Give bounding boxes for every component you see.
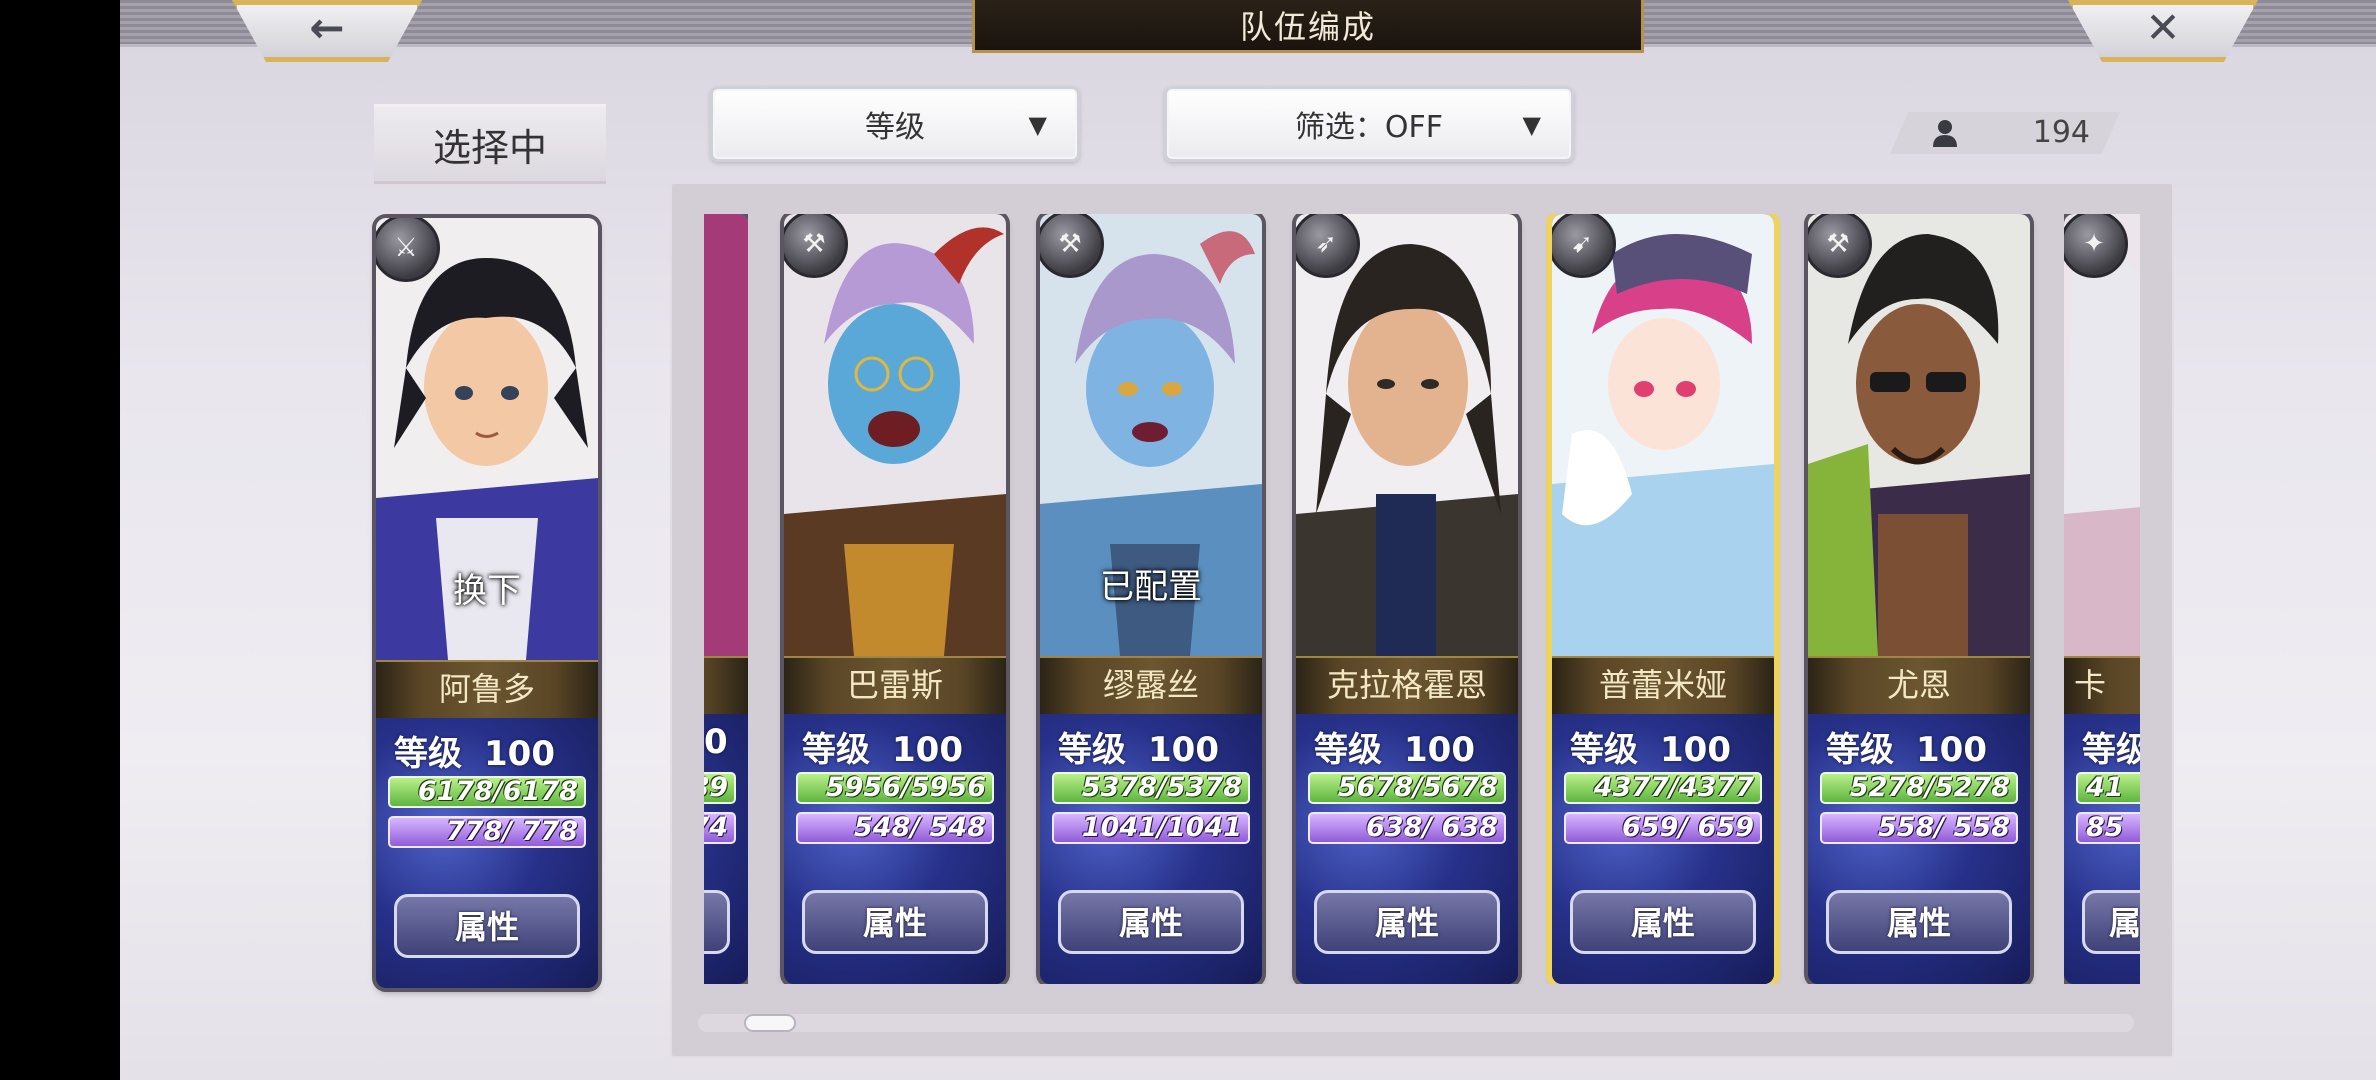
level-value: 100 — [1660, 730, 1731, 770]
level-row: 等级 100 — [1826, 722, 1987, 771]
unit-card[interactable]: ➶ 克拉格霍恩 等级 100 5678/5678 638/ 638 属性 — [1296, 214, 1518, 984]
level-value: 100 — [1148, 730, 1219, 770]
mp-bar: 638/ 638 — [1308, 812, 1506, 844]
unit-portrait — [1296, 214, 1518, 656]
level-label: 等级 — [1058, 730, 1126, 770]
unit-name: 卡 — [2064, 656, 2140, 716]
attribute-button[interactable]: 属性 — [802, 890, 988, 954]
attribute-button[interactable]: 属 — [2082, 890, 2140, 954]
level-row: 等级 100 — [802, 722, 963, 771]
mp-bar: 85 — [2076, 812, 2140, 844]
sort-dropdown-value: 等级 — [865, 110, 925, 145]
attribute-button[interactable]: 属性 — [1314, 890, 1500, 954]
selecting-label: 选择中 — [374, 104, 606, 184]
partial-unit-card-right[interactable]: ✦ 卡 等级 41 85 属 — [2064, 214, 2140, 984]
back-arrow-icon: ← — [309, 2, 345, 52]
unit-stats: 等级 100 6178/6178 778/ 778 属性 — [376, 718, 598, 988]
unit-name: 普蕾米娅 — [1552, 656, 1774, 716]
hp-bar: 89 — [704, 772, 736, 804]
level-value: 100 — [484, 734, 555, 774]
unit-stats: 0 89 74 — [704, 714, 748, 984]
level-row: 等级 100 — [1314, 722, 1475, 771]
unit-portrait — [1552, 214, 1774, 656]
unit-name: 缪露丝 — [1040, 656, 1262, 716]
level-row: 等级 100 — [394, 726, 555, 775]
page-title: 队伍编成 — [972, 0, 1644, 53]
hp-bar: 41 — [2076, 772, 2140, 804]
unit-stats: 等级 100 4377/4377 659/ 659 属性 — [1552, 714, 1774, 984]
unit-pool: 0 89 74 — [670, 182, 2174, 1058]
unit-name — [704, 656, 748, 716]
attribute-button[interactable]: 属性 — [1058, 890, 1244, 954]
unit-portrait — [784, 214, 1006, 656]
unit-portrait — [1808, 214, 2030, 656]
attribute-button[interactable]: 属性 — [394, 894, 580, 958]
current-unit-card[interactable]: ⚔ 换下 阿鲁多 等级 100 6178/6178 778/ 778 属性 — [376, 218, 598, 988]
unit-card[interactable]: ⚒ 巴雷斯 等级 100 5956/5956 548/ 548 属性 — [784, 214, 1006, 984]
hp-bar: 5956/5956 — [796, 772, 994, 804]
unit-stats: 等级 100 5678/5678 638/ 638 属性 — [1296, 714, 1518, 984]
mp-bar: 1041/1041 — [1052, 812, 1250, 844]
unit-card-selected[interactable]: ➹ 普蕾米娅 等级 100 4377/4377 659/ 659 属性 — [1552, 214, 1774, 984]
unit-card[interactable]: ⚒ 已配置 缪露丝 等级 100 5378/5378 1041/1041 属性 — [1040, 214, 1262, 984]
attribute-button[interactable] — [704, 890, 730, 954]
back-button[interactable]: ← — [232, 0, 422, 62]
unit-stats: 等级 100 5278/5278 558/ 558 属性 — [1808, 714, 2030, 984]
hp-bar: 4377/4377 — [1564, 772, 1762, 804]
attribute-button[interactable]: 属性 — [1570, 890, 1756, 954]
unit-stats: 等级 41 85 属 — [2064, 714, 2140, 984]
unit-portrait — [704, 214, 748, 656]
partial-unit-card-left[interactable]: 0 89 74 — [704, 214, 748, 984]
hp-bar: 5378/5378 — [1052, 772, 1250, 804]
level-value: 100 — [892, 730, 963, 770]
level-label: 等级 — [802, 730, 870, 770]
filter-dropdown-value: 筛选：OFF — [1294, 110, 1444, 145]
unit-name: 克拉格霍恩 — [1296, 656, 1518, 716]
unit-name: 尤恩 — [1808, 656, 2030, 716]
mp-bar: 659/ 659 — [1564, 812, 1762, 844]
hp-bar: 6178/6178 — [388, 776, 586, 808]
unit-name: 巴雷斯 — [784, 656, 1006, 716]
level-label: 等级 — [1314, 730, 1382, 770]
attribute-button[interactable]: 属性 — [1826, 890, 2012, 954]
mp-bar: 778/ 778 — [388, 816, 586, 848]
mp-bar: 548/ 548 — [796, 812, 994, 844]
level-label: 等级 — [1826, 730, 1894, 770]
chevron-down-icon: ▼ — [1522, 111, 1541, 139]
unit-card[interactable]: ⚒ 尤恩 等级 100 5278/5278 558/ 558 属性 — [1808, 214, 2030, 984]
assigned-overlay: 已配置 — [1100, 567, 1202, 607]
mp-bar: 74 — [704, 812, 736, 844]
unit-portrait — [2064, 214, 2140, 656]
hp-bar: 5278/5278 — [1820, 772, 2018, 804]
hp-bar: 5678/5678 — [1308, 772, 1506, 804]
unit-stats: 等级 100 5956/5956 548/ 548 属性 — [784, 714, 1006, 984]
level-value: 0 — [704, 722, 728, 762]
person-icon — [1933, 120, 1957, 147]
level-label: 等级 — [2082, 730, 2140, 770]
game-screen: ← 队伍编成 ✕ 选择中 等级 ▼ 筛选：OFF ▼ 194 ⚔ 换下 阿鲁多 … — [120, 0, 2376, 1080]
unit-count-box: 194 — [1890, 112, 2120, 154]
remove-overlay: 换下 — [453, 571, 521, 611]
level-row: 等级 100 — [1058, 722, 1219, 771]
unit-name: 阿鲁多 — [376, 660, 598, 720]
level-value: 100 — [1404, 730, 1475, 770]
scrollbar-thumb[interactable] — [744, 1014, 796, 1032]
level-value: 100 — [1916, 730, 1987, 770]
horizontal-scrollbar[interactable] — [698, 1014, 2134, 1032]
unit-list[interactable]: 0 89 74 — [704, 214, 2140, 984]
close-button[interactable]: ✕ — [2068, 0, 2258, 62]
mp-bar: 558/ 558 — [1820, 812, 2018, 844]
chevron-down-icon: ▼ — [1028, 111, 1047, 139]
filter-dropdown[interactable]: 筛选：OFF ▼ — [1164, 86, 1574, 162]
unit-count: 194 — [2032, 115, 2090, 150]
close-icon: ✕ — [2145, 2, 2181, 52]
level-row: 等级 100 — [1570, 722, 1731, 771]
level-label: 等级 — [1570, 730, 1638, 770]
unit-stats: 等级 100 5378/5378 1041/1041 属性 — [1040, 714, 1262, 984]
sort-dropdown[interactable]: 等级 ▼ — [710, 86, 1080, 162]
level-label: 等级 — [394, 734, 462, 774]
